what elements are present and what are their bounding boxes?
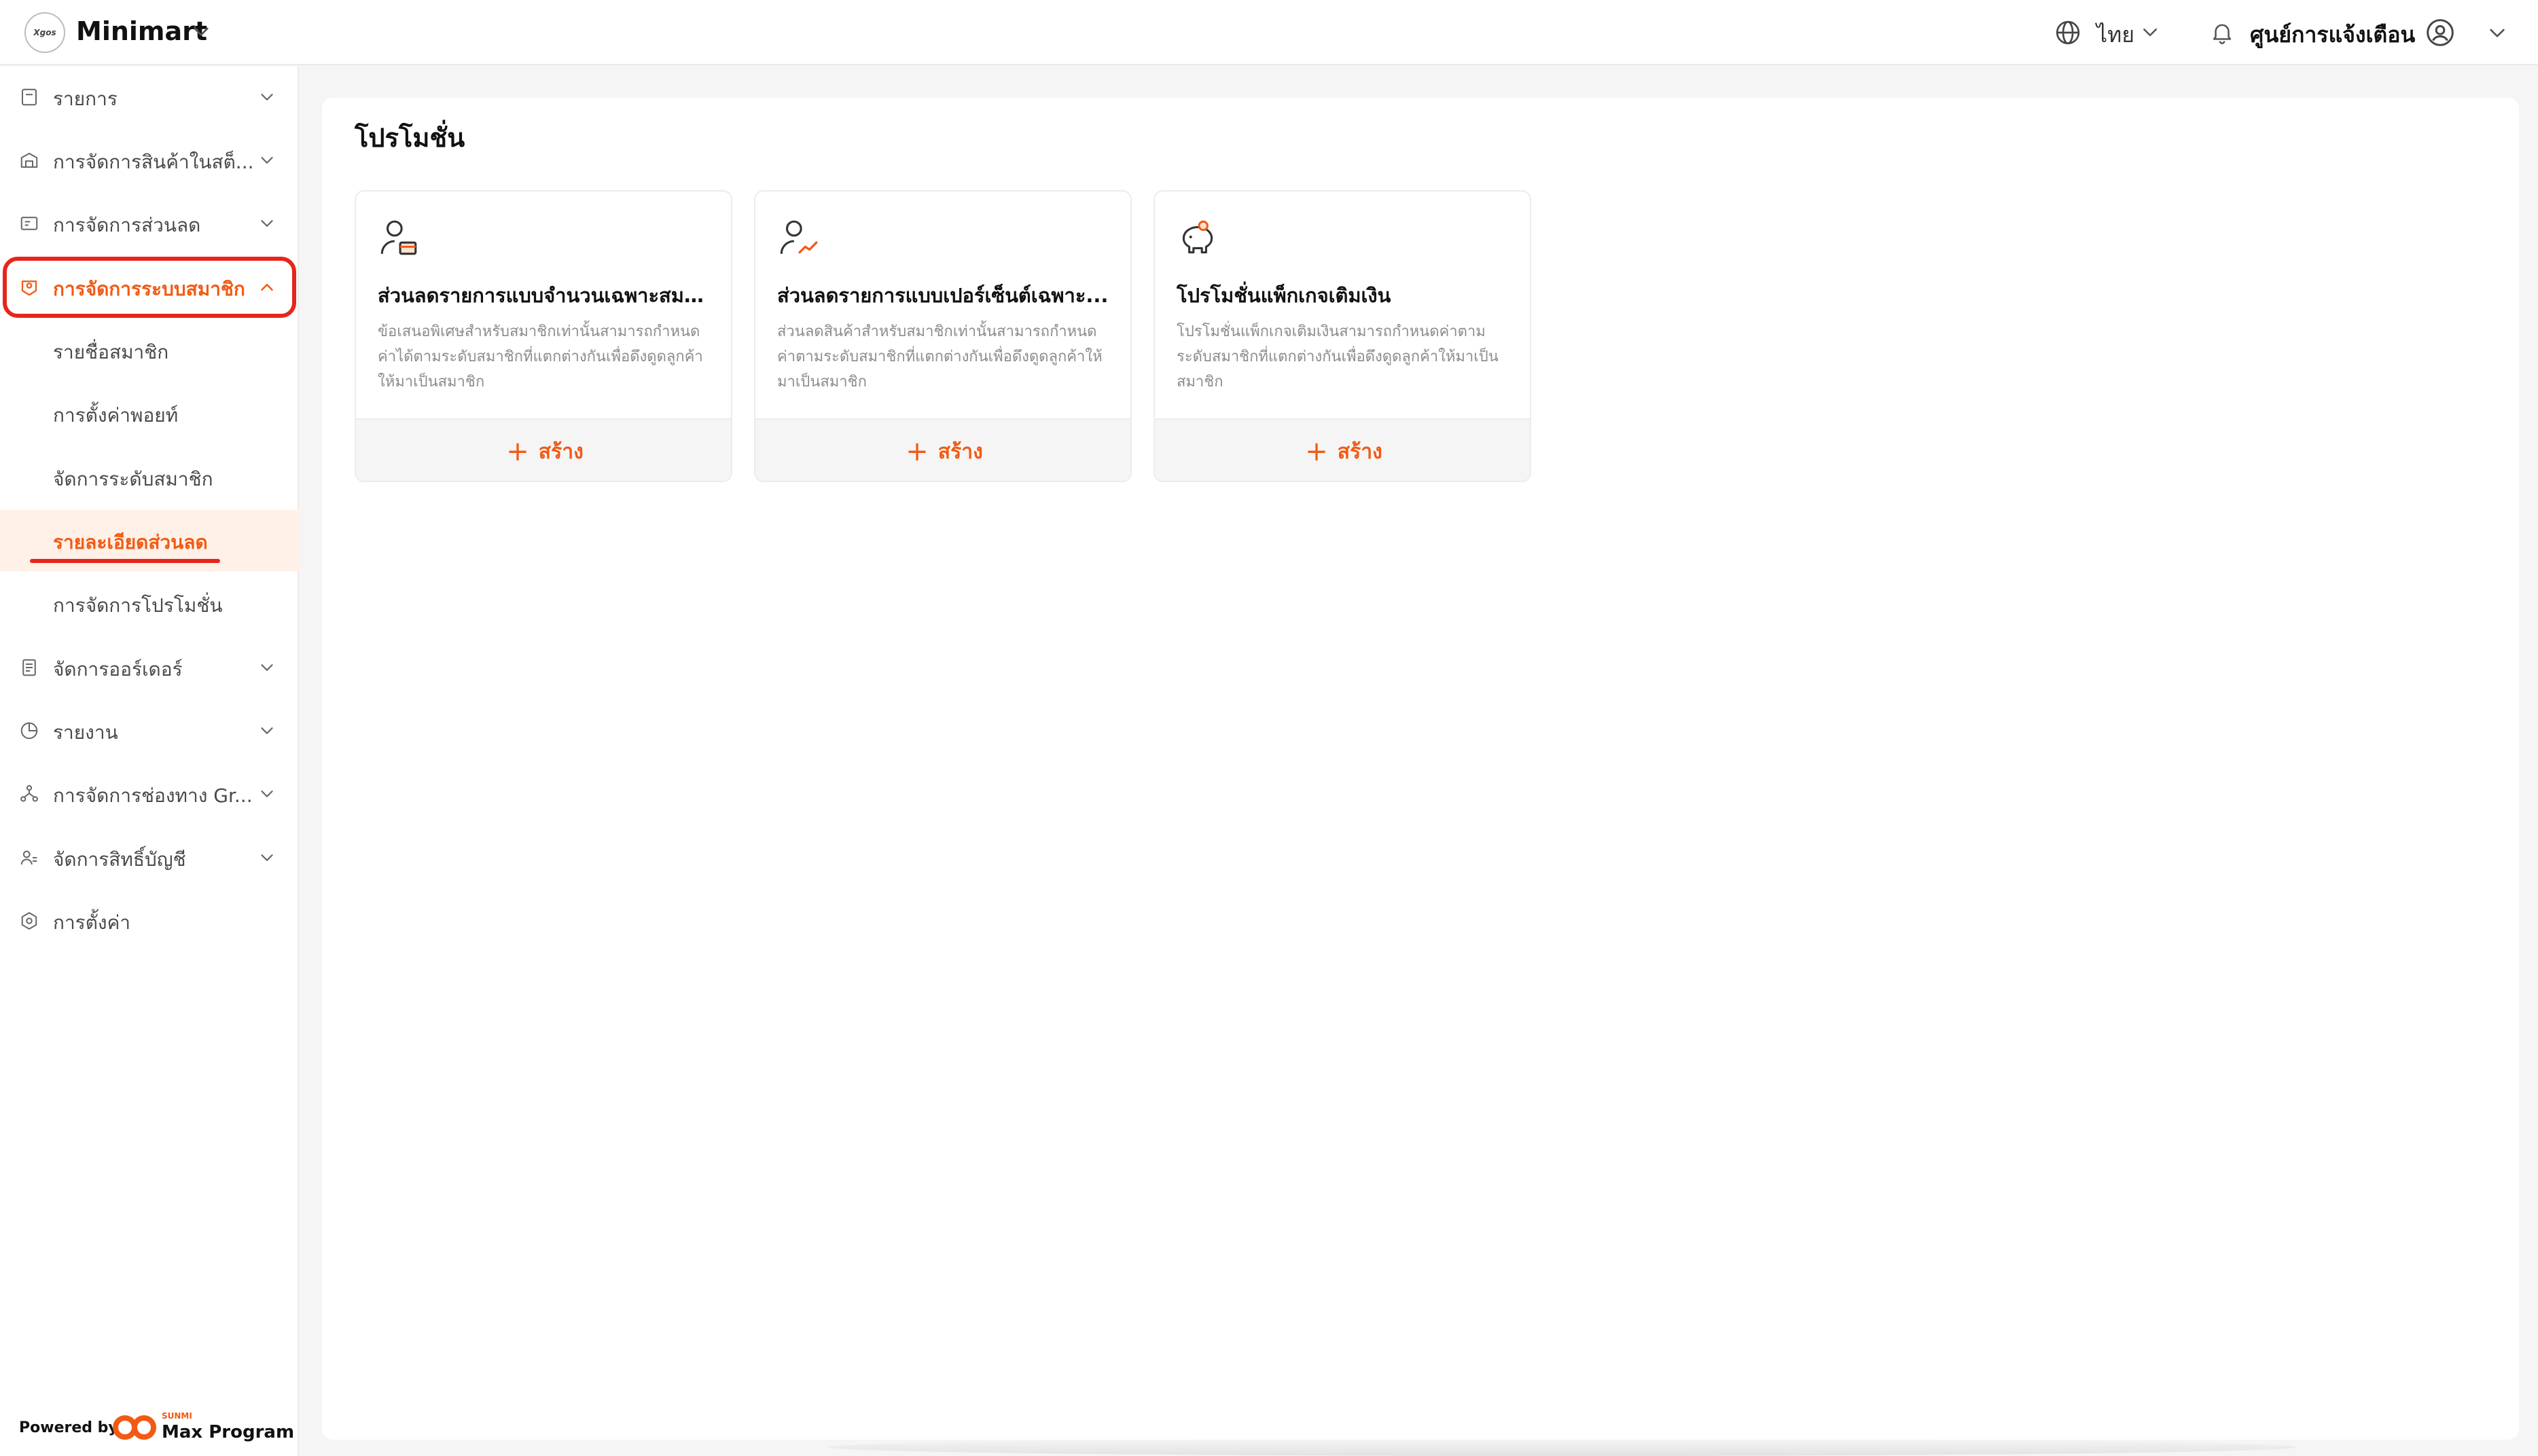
sidebar-item-membership[interactable]: การจัดการระบบสมาชิก — [0, 257, 299, 318]
order-list-icon — [22, 659, 36, 676]
create-label: สร้าง — [1337, 439, 1382, 464]
horizontal-scroll-shadow — [829, 1438, 2296, 1456]
sidebar-subitem-discount-details[interactable]: รายละเอียดส่วนลด — [0, 510, 299, 571]
sidebar: รายการ การจัดการสินค้าในสต็... การจัดการ… — [0, 67, 299, 1456]
store-logo[interactable]: Xgos — [24, 12, 65, 53]
chevron-down-icon — [261, 790, 273, 797]
language-selector[interactable]: ไทย — [2096, 18, 2134, 52]
piggy-bank-icon — [1182, 220, 1213, 254]
plus-icon: + — [1305, 436, 1328, 467]
sidebar-item-label: การตั้งค่า — [53, 911, 131, 934]
promotion-card: โปรโมชั่นแพ็กเกจเติมเงิน โปรโมชั่นแพ็กเก… — [1154, 190, 1531, 482]
chevron-down-icon — [261, 727, 273, 734]
sidebar-subitem-member-list[interactable]: รายชื่อสมาชิก — [0, 320, 299, 381]
sidebar-item-reports[interactable]: รายงาน — [0, 700, 299, 761]
member-card-icon — [21, 280, 37, 296]
chevron-down-icon — [261, 854, 273, 861]
card-title: ส่วนลดรายการแบบจำนวนเฉพาะสมาชิก... — [378, 284, 715, 307]
card-title: โปรโมชั่นแพ็กเกจเติมเงิน — [1177, 284, 1391, 307]
promotion-card: ส่วนลดรายการแบบเปอร์เซ็นต์เฉพาะ... ส่วนล… — [754, 190, 1132, 482]
create-button[interactable]: + สร้าง — [356, 418, 731, 481]
page-title: โปรโมชั่น — [355, 123, 465, 153]
settings-icon — [21, 912, 37, 930]
account-permission-icon — [20, 850, 37, 865]
plus-icon: + — [906, 436, 929, 467]
sidebar-item-label: จัดการสิทธิ์บัญชี — [53, 848, 186, 871]
sidebar-item-label: การจัดการช่องทาง Gr... — [53, 784, 253, 807]
brand-small-label: SUNMI — [162, 1411, 192, 1421]
channels-icon — [20, 785, 38, 802]
sidebar-item-transactions[interactable]: รายการ — [0, 67, 299, 128]
chevron-down-icon — [261, 220, 273, 227]
card-description: ส่วนลดสินค้าสำหรับสมาชิกเท่านั้นสามารถกำ… — [777, 323, 1103, 390]
logo-text: Xgos — [33, 28, 56, 37]
sidebar-subitem-label: จัดการระดับสมาชิก — [53, 468, 213, 490]
plus-icon: + — [506, 436, 529, 467]
warehouse-icon — [20, 153, 38, 168]
coupon-icon — [20, 217, 38, 230]
chevron-down-icon — [261, 94, 273, 101]
create-button[interactable]: + สร้าง — [1155, 418, 1530, 481]
chevron-down-icon — [261, 664, 273, 671]
sidebar-subitem-label: การจัดการโปรโมชั่น — [53, 594, 223, 617]
powered-by-label: Powered by — [19, 1419, 118, 1436]
sidebar-subitem-label: การตั้งค่าพอยท์ — [53, 404, 179, 426]
top-header: Xgos Minimart ไทย ศูนย์การแจ้งเตือน — [0, 0, 2538, 65]
sidebar-subitem-label: รายชื่อสมาชิก — [53, 341, 169, 363]
sidebar-item-label: การจัดการส่วนลด — [53, 214, 201, 236]
chevron-up-icon — [261, 284, 273, 291]
sidebar-subitem-label: รายละเอียดส่วนลด — [53, 531, 208, 553]
sunmi-logo-icon — [113, 1415, 156, 1440]
chevron-down-icon[interactable] — [190, 20, 212, 42]
pie-chart-icon — [20, 722, 38, 740]
chevron-down-icon[interactable] — [2140, 22, 2160, 42]
card-description: ข้อเสนอพิเศษสำหรับสมาชิกเท่านั้นสามารถกำ… — [378, 323, 703, 390]
card-description: โปรโมชั่นแพ็กเกจเติมเงินสามารถกำหนดค่าตา… — [1177, 323, 1499, 390]
sidebar-item-label: รายการ — [53, 88, 118, 110]
receipt-icon — [22, 88, 37, 106]
brand-name: Max Program — [162, 1422, 295, 1442]
member-percent-icon — [780, 220, 818, 254]
main-content: โปรโมชั่น ส่วนลดรายการแบบจำนวนเฉพาะสมาชิ… — [322, 98, 2519, 1440]
member-discount-icon — [380, 220, 417, 255]
sidebar-item-settings[interactable]: การตั้งค่า — [0, 890, 299, 951]
sidebar-item-label: รายงาน — [53, 721, 118, 744]
sidebar-item-channels[interactable]: การจัดการช่องทาง Gr... — [0, 763, 299, 824]
sidebar-item-label: การจัดการสินค้าในสต็... — [53, 151, 254, 173]
sidebar-item-inventory[interactable]: การจัดการสินค้าในสต็... — [0, 130, 299, 191]
chevron-down-icon[interactable] — [2486, 22, 2508, 43]
card-title: ส่วนลดรายการแบบเปอร์เซ็นต์เฉพาะ... — [777, 284, 1109, 307]
user-avatar-icon[interactable] — [2425, 18, 2455, 48]
create-button[interactable]: + สร้าง — [755, 418, 1130, 481]
highlight-underline — [30, 559, 220, 563]
sidebar-item-orders[interactable]: จัดการออร์เดอร์ — [0, 637, 299, 698]
bell-icon[interactable] — [2209, 19, 2235, 46]
sidebar-item-label: การจัดการระบบสมาชิก — [53, 278, 245, 300]
create-label: สร้าง — [937, 439, 983, 464]
sidebar-item-discounts[interactable]: การจัดการส่วนลด — [0, 193, 299, 254]
sidebar-subitem-member-levels[interactable]: จัดการระดับสมาชิก — [0, 447, 299, 508]
store-name[interactable]: Minimart — [76, 16, 207, 46]
sidebar-subitem-points-settings[interactable]: การตั้งค่าพอยท์ — [0, 383, 299, 444]
promotion-card: ส่วนลดรายการแบบจำนวนเฉพาะสมาชิก... ข้อเส… — [355, 190, 732, 482]
sidebar-item-label: จัดการออร์เดอร์ — [53, 658, 183, 680]
globe-icon[interactable] — [2054, 18, 2081, 48]
notification-center-link[interactable]: ศูนย์การแจ้งเตือน — [2250, 18, 2415, 52]
sidebar-subitem-promotions[interactable]: การจัดการโปรโมชั่น — [0, 573, 299, 634]
chevron-down-icon — [261, 157, 273, 164]
sidebar-item-account-permissions[interactable]: จัดการสิทธิ์บัญชี — [0, 827, 299, 888]
create-label: สร้าง — [538, 439, 584, 464]
